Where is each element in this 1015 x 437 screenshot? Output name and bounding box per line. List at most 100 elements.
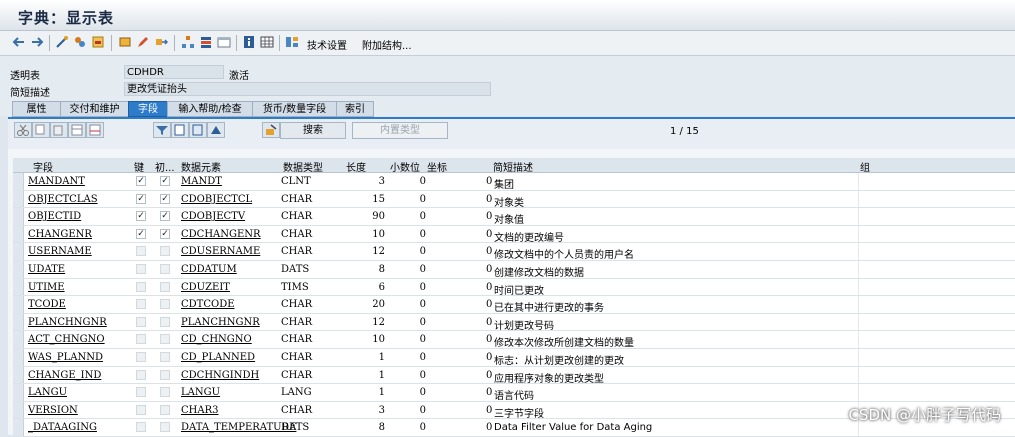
col-initial[interactable]: 初...: [155, 159, 175, 174]
stack-icon[interactable]: [199, 35, 213, 49]
tab-delivery-maintenance[interactable]: 交付和维护: [60, 101, 129, 117]
tab-indexes[interactable]: 索引: [336, 101, 374, 117]
table-row[interactable]: MANDANT ✓ ✓ MANDT CLNT 3 0 0 集团: [13, 173, 1015, 191]
back-icon[interactable]: [12, 35, 26, 49]
field-name-cell[interactable]: USERNAME: [28, 246, 92, 257]
cut-button[interactable]: [14, 122, 32, 138]
field-name-cell[interactable]: CHANGE_IND: [28, 370, 101, 381]
filter-button[interactable]: [153, 122, 171, 138]
data-element-cell[interactable]: CDUZEIT: [181, 282, 230, 293]
tab-fields[interactable]: 字段: [128, 101, 168, 117]
field-name-cell[interactable]: UTIME: [28, 282, 65, 293]
field-name-cell[interactable]: MANDANT: [28, 176, 85, 187]
field-name-cell[interactable]: OBJECTCLAS: [28, 194, 98, 205]
table-row[interactable]: UDATE CDDATUM DATS 8 0 0 创建修改文档的数据: [13, 261, 1015, 279]
search-button[interactable]: 搜索: [280, 122, 346, 139]
col-length[interactable]: 长度: [346, 159, 366, 174]
row-selector[interactable]: [13, 331, 24, 348]
details-button[interactable]: [189, 122, 207, 138]
field-name-cell[interactable]: VERSION: [28, 405, 78, 416]
table-layout-icon[interactable]: [285, 35, 299, 49]
row-selector[interactable]: [13, 296, 24, 313]
data-element-cell[interactable]: CDTCODE: [181, 299, 235, 310]
insert-row-button[interactable]: [68, 122, 86, 138]
table-row[interactable]: TCODE CDTCODE CHAR 20 0 0 已在其中进行更改的事务: [13, 296, 1015, 314]
build-button[interactable]: [262, 122, 280, 138]
field-name-cell[interactable]: WAS_PLANND: [28, 352, 103, 363]
append-structure-button[interactable]: 附加结构...: [362, 37, 412, 52]
col-field[interactable]: 字段: [33, 159, 53, 174]
tab-currency-quantity[interactable]: 货币/数量字段: [252, 101, 337, 117]
where-used-icon[interactable]: [154, 35, 168, 49]
field-name-cell[interactable]: _DATAAGING: [28, 422, 97, 433]
row-selector[interactable]: [13, 419, 24, 436]
row-selector[interactable]: [13, 401, 24, 419]
other-object-icon[interactable]: [73, 35, 87, 49]
activate-icon[interactable]: [91, 35, 105, 49]
table-row[interactable]: OBJECTCLAS ✓ ✓ CDOBJECTCL CHAR 15 0 0 对象类: [13, 190, 1015, 209]
table-row[interactable]: CHANGE_IND CDCHNGINDH CHAR 1 0 0 应用程序对象的更改类型: [13, 366, 1015, 385]
field-name-cell[interactable]: LANGU: [28, 387, 67, 398]
data-element-cell[interactable]: CD_CHNGNO: [181, 334, 252, 345]
data-element-cell[interactable]: CDCHANGENR: [181, 229, 261, 240]
row-selector[interactable]: [13, 349, 24, 366]
col-key[interactable]: 键: [134, 159, 144, 174]
table-row[interactable]: OBJECTID ✓ ✓ CDOBJECTV CHAR 90 0 0 对象值: [13, 208, 1015, 226]
data-element-cell[interactable]: LANGU: [181, 387, 220, 398]
data-element-cell[interactable]: CDUSERNAME: [181, 246, 260, 257]
col-data-type[interactable]: 数据类型: [283, 159, 323, 174]
data-element-cell[interactable]: DATA_TEMPERATURE: [181, 422, 296, 433]
table-row[interactable]: ACT_CHNGNO CD_CHNGNO CHAR 10 0 0 修改本次修改所创建文档的数…: [13, 331, 1015, 349]
pencil-icon[interactable]: [136, 35, 150, 49]
hierarchy-icon[interactable]: [181, 35, 195, 49]
table-row[interactable]: USERNAME CDUSERNAME CHAR 12 0 0 修改文档中的个人员责的用户名: [13, 243, 1015, 261]
data-element-cell[interactable]: CDOBJECTCL: [181, 194, 252, 205]
paste-button[interactable]: [50, 122, 68, 138]
row-selector[interactable]: [13, 384, 24, 401]
forward-icon[interactable]: [30, 35, 44, 49]
window-icon[interactable]: [217, 35, 231, 49]
row-selector[interactable]: [13, 190, 24, 208]
data-element-cell[interactable]: CDCHNGINDH: [181, 370, 259, 381]
new-entries-button[interactable]: [171, 122, 189, 138]
table-row[interactable]: LANGU LANGU LANG 1 0 0 语言代码: [13, 384, 1015, 402]
col-short-desc[interactable]: 简短描述: [493, 159, 533, 174]
tab-attributes[interactable]: 属性: [12, 101, 61, 117]
row-selector[interactable]: [13, 208, 24, 225]
col-group[interactable]: 组: [860, 159, 870, 174]
col-decimals[interactable]: 小数位: [390, 159, 420, 174]
field-name-cell[interactable]: PLANCHNGNR: [28, 317, 107, 328]
data-element-cell[interactable]: CD_PLANNED: [181, 352, 255, 363]
row-selector[interactable]: [13, 225, 24, 243]
data-element-cell[interactable]: MANDT: [181, 176, 222, 187]
table-row[interactable]: UTIME CDUZEIT TIMS 6 0 0 时间已更改: [13, 278, 1015, 297]
table-row[interactable]: CHANGENR ✓ ✓ CDCHANGENR CHAR 10 0 0 文档的更改编号: [13, 225, 1015, 244]
data-element-cell[interactable]: CDDATUM: [181, 264, 237, 275]
data-element-cell[interactable]: CHAR3: [181, 405, 219, 416]
field-name-cell[interactable]: OBJECTID: [28, 211, 81, 222]
col-data-element[interactable]: 数据元素: [181, 159, 221, 174]
row-selector[interactable]: [13, 366, 24, 384]
field-name-cell[interactable]: TCODE: [28, 299, 66, 310]
table-row[interactable]: PLANCHNGNR PLANCHNGNR CHAR 12 0 0 计划更改号码: [13, 313, 1015, 332]
data-element-cell[interactable]: CDOBJECTV: [181, 211, 245, 222]
field-name-cell[interactable]: ACT_CHNGNO: [28, 334, 105, 345]
delete-row-button[interactable]: [86, 122, 104, 138]
row-selector[interactable]: [13, 243, 24, 260]
row-selector[interactable]: [13, 313, 24, 331]
display-change-icon[interactable]: [55, 35, 69, 49]
copy-button[interactable]: [32, 122, 50, 138]
data-element-cell[interactable]: PLANCHNGNR: [181, 317, 260, 328]
table-row[interactable]: WAS_PLANND CD_PLANNED CHAR 1 0 0 标志：从计划更改创建的更改: [13, 349, 1015, 367]
row-selector[interactable]: [13, 278, 24, 296]
field-name-cell[interactable]: UDATE: [28, 264, 65, 275]
info-icon[interactable]: [242, 35, 256, 49]
col-coordinate[interactable]: 坐标: [427, 159, 447, 174]
tab-input-help-check[interactable]: 输入帮助/检查: [167, 101, 253, 117]
check-icon[interactable]: [118, 35, 132, 49]
row-selector[interactable]: [13, 173, 24, 190]
field-name-cell[interactable]: CHANGENR: [28, 229, 92, 240]
grid-icon[interactable]: [260, 35, 274, 49]
tech-settings-button[interactable]: 技术设置: [307, 37, 347, 52]
sort-button[interactable]: [207, 122, 225, 138]
